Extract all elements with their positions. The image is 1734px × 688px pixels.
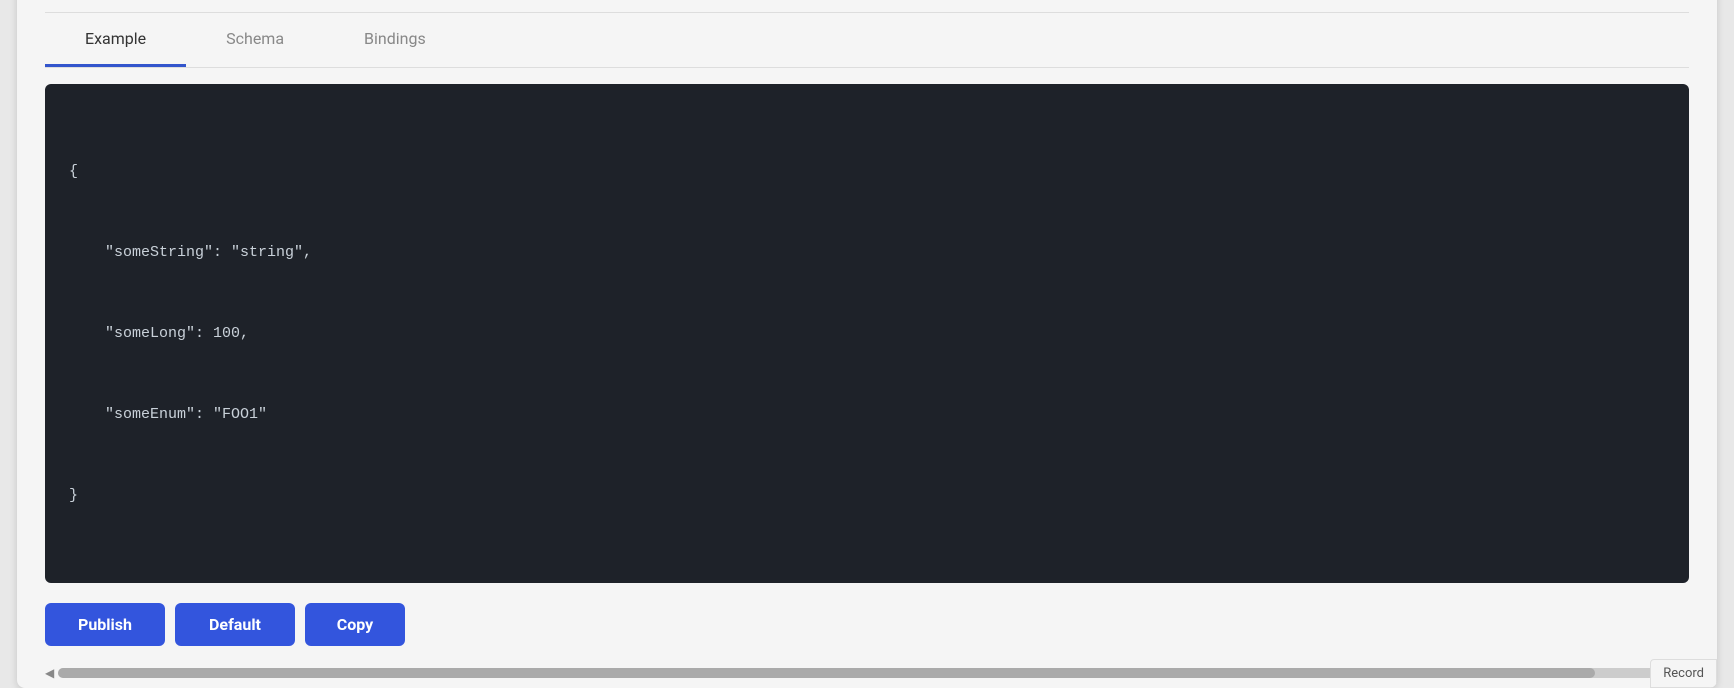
- horizontal-scrollbar: ◀ ▶: [45, 662, 1689, 688]
- code-line-4: "someEnum": "FOO1": [69, 401, 1665, 428]
- scroll-thumb[interactable]: [58, 668, 1595, 678]
- tabs-row: Example Schema Bindings: [45, 13, 1689, 67]
- code-line-5: }: [69, 482, 1665, 509]
- tab-example[interactable]: Example: [45, 13, 186, 67]
- tab-bindings[interactable]: Bindings: [324, 13, 466, 67]
- scroll-track[interactable]: [58, 668, 1676, 678]
- main-card: kafka consumer example-topic ▲ Example S…: [17, 0, 1717, 688]
- copy-button[interactable]: Copy: [305, 603, 405, 646]
- tab-divider: [45, 67, 1689, 68]
- code-line-1: {: [69, 158, 1665, 185]
- record-button[interactable]: Record: [1650, 659, 1717, 688]
- scroll-left-arrow[interactable]: ◀: [45, 666, 54, 680]
- code-line-3: "someLong": 100,: [69, 320, 1665, 347]
- code-line-2: "someString": "string",: [69, 239, 1665, 266]
- actions-row: Publish Default Copy: [45, 603, 1689, 662]
- code-block: { "someString": "string", "someLong": 10…: [45, 84, 1689, 583]
- publish-button[interactable]: Publish: [45, 603, 165, 646]
- default-button[interactable]: Default: [175, 603, 295, 646]
- tab-schema[interactable]: Schema: [186, 13, 324, 67]
